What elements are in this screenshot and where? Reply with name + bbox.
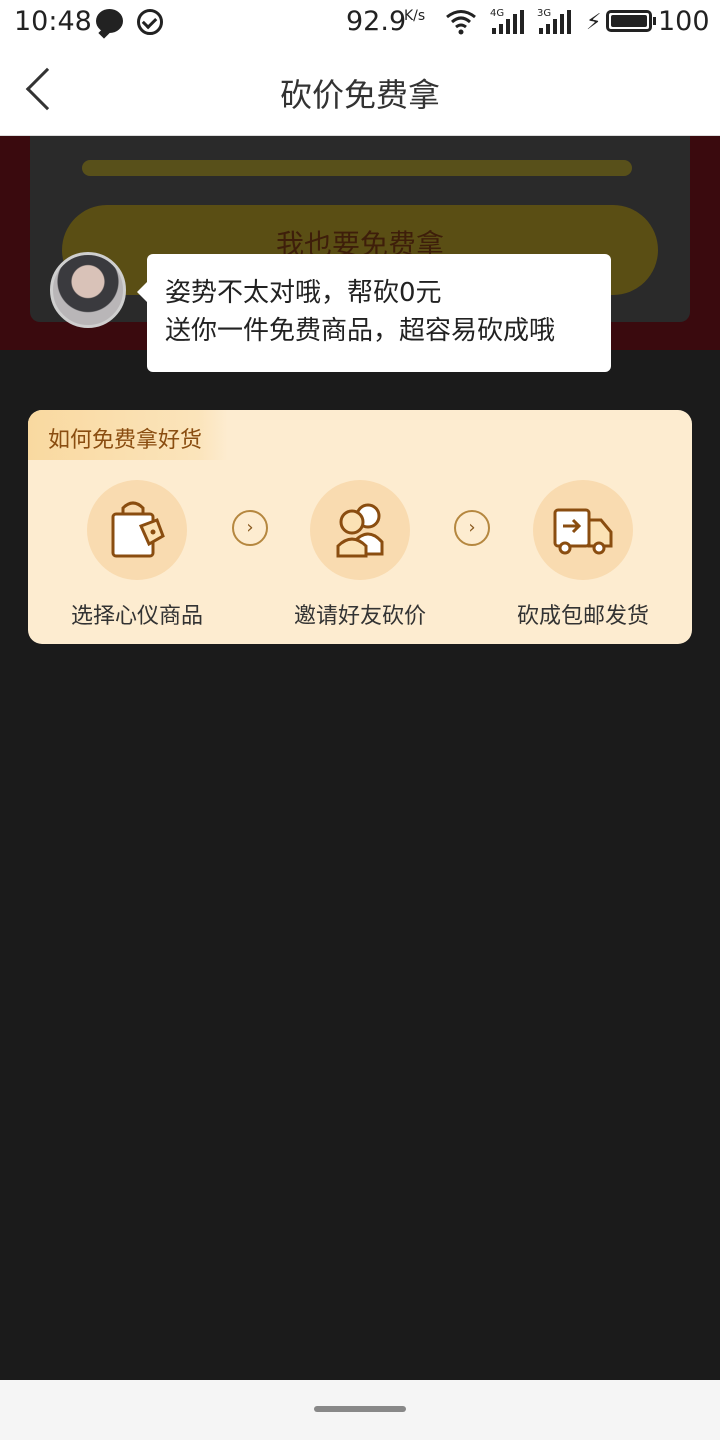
- sim2-network-type: 3G: [537, 8, 552, 19]
- signal-icon-sim1: 4G: [490, 8, 524, 34]
- bubble-line-1: 姿势不太对哦，帮砍0元: [165, 278, 442, 308]
- battery-level: 100: [658, 6, 710, 37]
- sim1-network-type: 4G: [490, 8, 505, 19]
- background-progress-bar: [82, 160, 632, 176]
- nav-bar: 砍价免费拿: [0, 44, 720, 136]
- check-circle-icon: [137, 9, 163, 35]
- step-invite-friends: 邀请好友砍价: [260, 480, 460, 630]
- charging-icon: ⚡: [586, 10, 602, 35]
- chat-icon: [96, 9, 123, 33]
- step-select-product: 选择心仪商品: [37, 480, 237, 630]
- status-time: 10:48: [14, 6, 92, 37]
- battery-icon: [606, 10, 656, 32]
- step-label: 砍成包邮发货: [516, 604, 649, 629]
- speech-bubble: 姿势不太对哦，帮砍0元 送你一件免费商品，超容易砍成哦: [137, 254, 611, 372]
- signal-icon-sim2: 3G: [537, 8, 571, 34]
- status-bar: 10:48 92.9 K/s 4G 3G ⚡ 100: [0, 0, 720, 44]
- page-title: 砍价免费拿: [279, 76, 440, 114]
- friends-icon: [310, 480, 410, 580]
- shopping-bag-icon: [87, 480, 187, 580]
- network-speed-unit: K/s: [404, 8, 426, 24]
- wifi-icon: [446, 10, 476, 35]
- bubble-line-2: 送你一件免费商品，超容易砍成哦: [165, 316, 556, 346]
- step-label: 选择心仪商品: [70, 604, 203, 629]
- home-gesture-handle[interactable]: [314, 1406, 406, 1412]
- step-free-shipping: 砍成包邮发货: [483, 480, 683, 630]
- avatar: [50, 252, 126, 328]
- step-label: 邀请好友砍价: [293, 604, 426, 629]
- delivery-truck-icon: [533, 480, 633, 580]
- network-speed: 92.9: [346, 6, 407, 37]
- howto-card: 如何免费拿好货 选择心仪商品 › 邀请好友砍价 › 砍成包邮发货: [28, 410, 692, 644]
- howto-title: 如何免费拿好货: [28, 410, 228, 460]
- gesture-bar: [0, 1380, 720, 1440]
